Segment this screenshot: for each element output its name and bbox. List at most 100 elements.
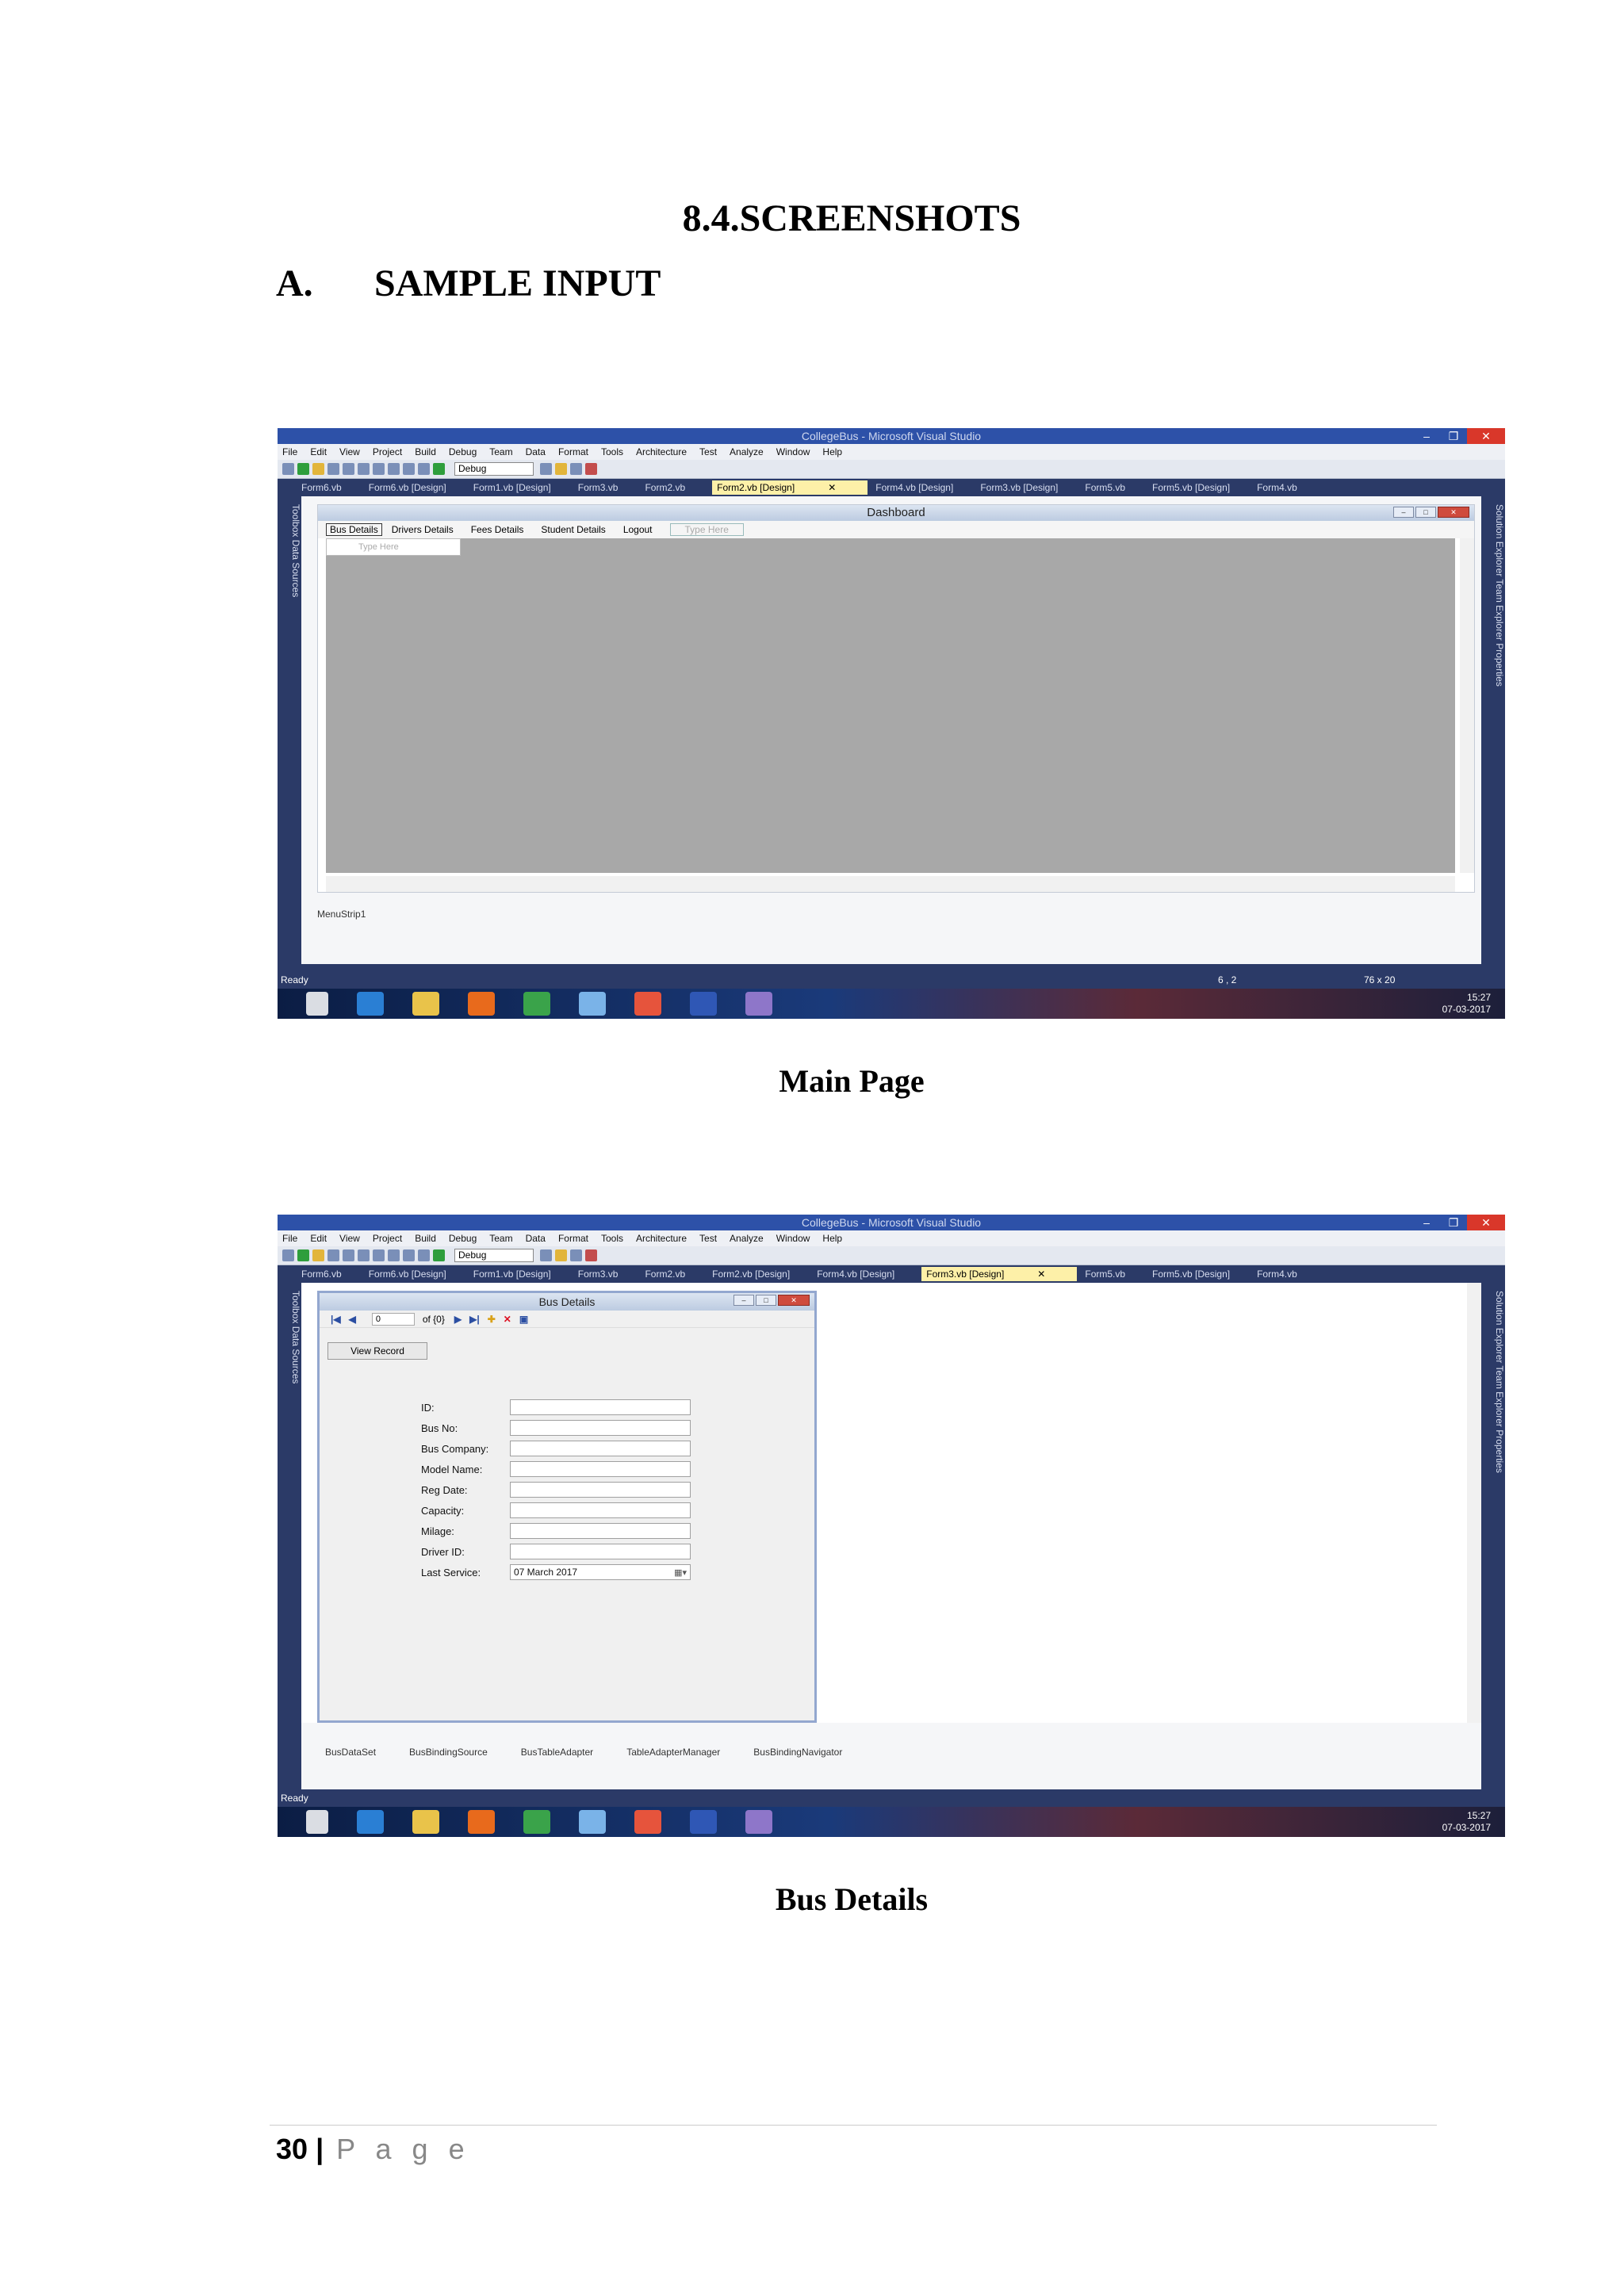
open-icon[interactable] [312, 463, 324, 475]
save-all-icon[interactable] [343, 1249, 354, 1261]
move-last-icon[interactable]: ▶| [469, 1314, 480, 1325]
tab-form3-design[interactable]: Form3.vb [Design] ✕ [921, 1267, 1078, 1281]
undo-icon[interactable] [403, 1249, 415, 1261]
menu-tools[interactable]: Tools [601, 446, 623, 457]
menu-help[interactable]: Help [822, 446, 842, 457]
save-icon[interactable] [327, 1249, 339, 1261]
position-input[interactable]: 0 [371, 1312, 415, 1326]
close-button[interactable]: ✕ [1467, 428, 1505, 444]
busdataset-component[interactable]: BusDataSet [325, 1747, 376, 1758]
chrome-icon[interactable] [523, 1810, 550, 1834]
new-project-icon[interactable] [282, 463, 294, 475]
app-icon[interactable] [579, 992, 606, 1016]
windows-start-icon[interactable] [306, 992, 328, 1016]
opera-icon[interactable] [634, 1810, 661, 1834]
tab-form6-design[interactable]: Form6.vb [Design] [369, 482, 446, 493]
menu-data[interactable]: Data [526, 1233, 546, 1244]
restore-button[interactable]: ❐ [1440, 428, 1467, 444]
menu-file[interactable]: File [282, 1233, 297, 1244]
properties-icon[interactable] [570, 463, 582, 475]
properties-icon[interactable] [570, 1249, 582, 1261]
word-icon[interactable] [690, 1810, 717, 1834]
menu-project[interactable]: Project [373, 1233, 402, 1244]
new-project-icon[interactable] [282, 1249, 294, 1261]
vertical-scrollbar[interactable] [1467, 1283, 1481, 1723]
solution-explorer-sidebar[interactable]: Solution Explorer Team Explorer Properti… [1481, 1283, 1505, 1473]
minimize-button[interactable]: – [1413, 1215, 1440, 1230]
config-select[interactable]: Debug [454, 462, 534, 476]
menu-window[interactable]: Window [776, 446, 810, 457]
menu-test[interactable]: Test [699, 1233, 717, 1244]
menu-debug[interactable]: Debug [449, 446, 477, 457]
open-icon[interactable] [312, 1249, 324, 1261]
visual-studio-icon[interactable] [745, 992, 772, 1016]
tab-form3-design[interactable]: Form3.vb [Design] [980, 482, 1058, 493]
menu-format[interactable]: Format [558, 1233, 588, 1244]
add-item-icon[interactable] [297, 1249, 309, 1261]
opera-icon[interactable] [634, 992, 661, 1016]
menu-architecture[interactable]: Architecture [636, 1233, 687, 1244]
tab-form6-vb[interactable]: Form6.vb [301, 1269, 342, 1280]
ie-icon[interactable] [357, 1810, 384, 1834]
form-maximize-button[interactable]: □ [1415, 507, 1436, 518]
move-next-icon[interactable]: ▶ [454, 1314, 462, 1325]
tab-form4-vb[interactable]: Form4.vb [1257, 1269, 1297, 1280]
tab-form2-vb[interactable]: Form2.vb [645, 482, 685, 493]
close-tab-icon[interactable]: ✕ [828, 482, 836, 493]
system-clock[interactable]: 15:27 07-03-2017 [1442, 992, 1491, 1016]
tab-form2-vb[interactable]: Form2.vb [645, 1269, 685, 1280]
word-icon[interactable] [690, 992, 717, 1016]
menu-debug[interactable]: Debug [449, 1233, 477, 1244]
form-minimize-button[interactable]: – [733, 1295, 754, 1306]
tab-form1-design[interactable]: Form1.vb [Design] [473, 1269, 551, 1280]
form-close-button[interactable]: ✕ [1438, 507, 1469, 518]
cut-icon[interactable] [358, 1249, 370, 1261]
toolbox-sidebar[interactable]: Toolbox Data Sources [278, 1283, 301, 1383]
menu-analyze[interactable]: Analyze [730, 1233, 764, 1244]
bus-no-input[interactable] [510, 1420, 691, 1436]
menu-help[interactable]: Help [822, 1233, 842, 1244]
cut-icon[interactable] [358, 463, 370, 475]
menu-fees-details[interactable]: Fees Details [471, 524, 524, 535]
last-service-datepicker[interactable]: 07 March 2017 ▦▾ [510, 1564, 691, 1580]
find-icon[interactable] [540, 1249, 552, 1261]
file-explorer-icon[interactable] [412, 992, 439, 1016]
save-data-icon[interactable]: ▣ [519, 1314, 528, 1325]
menu-bus-details[interactable]: Bus Details [326, 523, 382, 536]
paste-icon[interactable] [388, 463, 400, 475]
move-first-icon[interactable]: |◀ [331, 1314, 341, 1325]
tab-form5-design[interactable]: Form5.vb [Design] [1152, 482, 1230, 493]
form-maximize-button[interactable]: □ [756, 1295, 776, 1306]
tab-form2-design[interactable]: Form2.vb [Design] [712, 1269, 790, 1280]
redo-icon[interactable] [418, 1249, 430, 1261]
file-explorer-icon[interactable] [412, 1810, 439, 1834]
save-icon[interactable] [327, 463, 339, 475]
menu-analyze[interactable]: Analyze [730, 446, 764, 457]
firefox-icon[interactable] [468, 992, 495, 1016]
menu-architecture[interactable]: Architecture [636, 446, 687, 457]
menu-drivers-details[interactable]: Drivers Details [392, 524, 454, 535]
save-all-icon[interactable] [343, 463, 354, 475]
calendar-dropdown-icon[interactable]: ▦▾ [674, 1566, 687, 1580]
solution-explorer-sidebar[interactable]: Solution Explorer Team Explorer Properti… [1481, 496, 1505, 687]
add-new-icon[interactable]: ✚ [488, 1314, 496, 1325]
menu-data[interactable]: Data [526, 446, 546, 457]
id-input[interactable] [510, 1399, 691, 1415]
ie-icon[interactable] [357, 992, 384, 1016]
tab-form4-design[interactable]: Form4.vb [Design] [875, 482, 953, 493]
menu-project[interactable]: Project [373, 446, 402, 457]
menu-test[interactable]: Test [699, 446, 717, 457]
solution-explorer-icon[interactable] [555, 1249, 567, 1261]
menu-logout[interactable]: Logout [623, 524, 653, 535]
menu-build[interactable]: Build [415, 446, 436, 457]
menu-team[interactable]: Team [489, 446, 512, 457]
horizontal-scrollbar[interactable] [326, 876, 1455, 892]
tab-form6-design[interactable]: Form6.vb [Design] [369, 1269, 446, 1280]
start-icon[interactable] [433, 1249, 445, 1261]
menu-edit[interactable]: Edit [310, 1233, 327, 1244]
milage-input[interactable] [510, 1523, 691, 1539]
copy-icon[interactable] [373, 463, 385, 475]
form-minimize-button[interactable]: – [1393, 507, 1414, 518]
capacity-input[interactable] [510, 1502, 691, 1518]
submenu-type-here[interactable]: Type Here [326, 538, 461, 556]
